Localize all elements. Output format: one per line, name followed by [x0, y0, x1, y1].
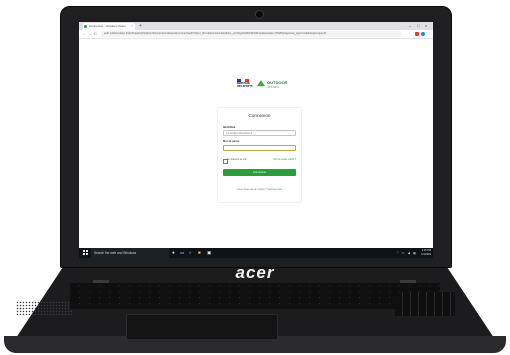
- windows-taskbar: Search the web and Windows ● ▭ e ■ ▣ ⌃ ▭…: [79, 248, 433, 258]
- login-button[interactable]: Connexion: [223, 169, 296, 176]
- laptop-screen: Connexion · Outdoor Vision × + – □ × ← →…: [79, 22, 433, 258]
- reload-icon[interactable]: C: [94, 30, 97, 38]
- system-tray-icons[interactable]: ⌃ ▭ ◀ ▦: [396, 248, 417, 258]
- file-explorer-icon[interactable]: ■: [198, 248, 201, 258]
- new-tab-button[interactable]: +: [139, 22, 142, 30]
- close-window-button[interactable]: ×: [425, 22, 427, 30]
- browser-tab-bar: Connexion · Outdoor Vision × + – □ ×: [79, 22, 433, 30]
- laptop-brand-logo: acer: [235, 263, 275, 282]
- signup-link[interactable]: Inscrivez-vous: [267, 189, 282, 191]
- clock-date: 1/1/2019: [421, 252, 431, 256]
- signup-text: Vous n'avez pas de compte ?: [236, 189, 267, 191]
- taskbar-clock[interactable]: 2:15 PM 1/1/2019: [421, 249, 431, 257]
- tab-close-icon[interactable]: ×: [131, 23, 133, 30]
- maximize-button[interactable]: □: [417, 22, 419, 30]
- login-card: Connexion Identifiant contact@outdoorvis…: [218, 108, 301, 202]
- government-logo-text: MINISTÈRE DES SPORTS: [237, 82, 253, 88]
- address-bar: ← → C auth.outdoorvision.fr/auth/realms/…: [79, 30, 433, 39]
- touchpad: [126, 314, 278, 340]
- identifier-input[interactable]: contact@outdoorvision.fr: [223, 130, 296, 136]
- identifier-label: Identifiant: [223, 126, 236, 129]
- extension-icon[interactable]: [415, 32, 419, 36]
- store-icon[interactable]: ▣: [207, 248, 211, 258]
- windows-start-icon[interactable]: [83, 250, 88, 255]
- taskbar-search-box[interactable]: Search the web and Windows: [91, 248, 169, 258]
- login-page: MINISTÈRE DES SPORTS OUTDOOR VISION Conn…: [79, 39, 433, 248]
- tab-title: Connexion · Outdoor Vision: [89, 24, 126, 28]
- keyboard: [70, 283, 440, 309]
- webcam: [255, 10, 264, 19]
- browser-tab[interactable]: Connexion · Outdoor Vision ×: [83, 23, 135, 30]
- profile-icon[interactable]: [421, 32, 425, 36]
- url-field[interactable]: auth.outdoorvision.fr/auth/realms/Outdoo…: [101, 31, 401, 37]
- tab-favicon-icon: [84, 25, 87, 28]
- signup-prompt: Vous n'avez pas de compte ? Inscrivez-vo…: [218, 189, 301, 191]
- remember-me-label: Se souvenir de moi: [227, 158, 247, 161]
- outdoor-vision-mountain-icon: [257, 80, 265, 87]
- microphone-icon[interactable]: ●: [172, 248, 175, 258]
- back-icon[interactable]: ←: [82, 30, 86, 38]
- forgot-password-link[interactable]: Mot de passe oublié ?: [274, 159, 296, 161]
- forward-icon[interactable]: →: [88, 30, 92, 38]
- edge-browser-icon[interactable]: e: [189, 248, 192, 258]
- password-input[interactable]: [223, 145, 296, 151]
- numeric-keypad: [395, 292, 455, 316]
- task-view-icon[interactable]: ▭: [180, 248, 184, 258]
- outdoor-vision-logo-subtext: VISION: [267, 85, 279, 89]
- speaker-left: [16, 301, 72, 315]
- government-logo: MINISTÈRE DES SPORTS: [237, 79, 252, 93]
- login-title: Connexion: [248, 113, 271, 118]
- password-label: Mot de passe: [223, 140, 240, 143]
- minimize-button[interactable]: –: [409, 22, 411, 30]
